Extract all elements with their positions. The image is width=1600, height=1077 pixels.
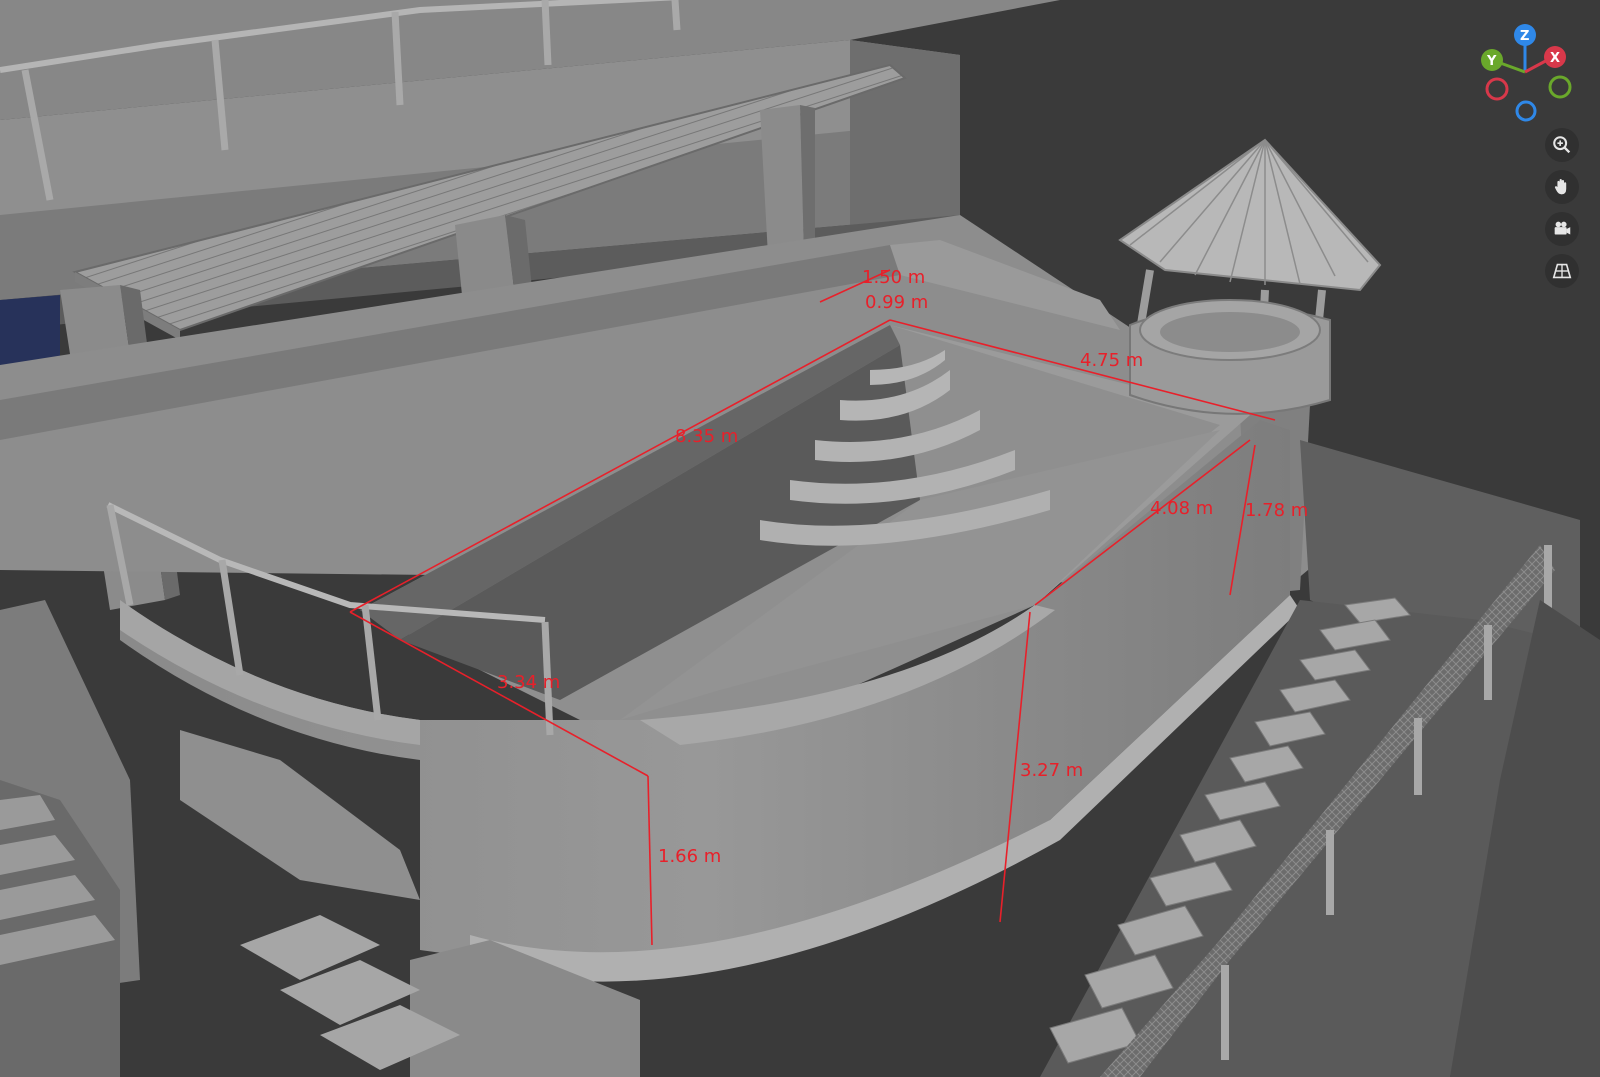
measure-label: 8.35 m bbox=[675, 426, 738, 447]
zoom-button[interactable] bbox=[1545, 128, 1579, 162]
x-axis-label: X bbox=[1550, 51, 1560, 66]
measure-label: 0.99 m bbox=[865, 292, 928, 313]
z-axis-label: Z bbox=[1520, 29, 1529, 44]
3d-viewport[interactable]: 1.50 m 0.99 m 4.75 m 8.35 m 4.08 m 1.78 … bbox=[0, 0, 1600, 1077]
measure-label: 1.78 m bbox=[1245, 500, 1308, 521]
measure-label: 1.66 m bbox=[658, 846, 721, 867]
pan-button[interactable] bbox=[1545, 170, 1579, 204]
grid-icon bbox=[1552, 263, 1572, 279]
measure-label: 3.27 m bbox=[1020, 760, 1083, 781]
navigation-toolbar bbox=[1545, 128, 1579, 288]
scene-render[interactable]: 1.50 m 0.99 m 4.75 m 8.35 m 4.08 m 1.78 … bbox=[0, 0, 1600, 1077]
measure-label: 4.75 m bbox=[1080, 350, 1143, 371]
measure-label: 1.50 m bbox=[862, 267, 925, 288]
measure-label: 3.34 m bbox=[497, 672, 560, 693]
hand-icon bbox=[1554, 179, 1567, 195]
perspective-button[interactable] bbox=[1545, 254, 1579, 288]
y-axis-label: Y bbox=[1486, 54, 1497, 69]
camera-button[interactable] bbox=[1545, 212, 1579, 246]
measure-label: 4.08 m bbox=[1150, 498, 1213, 519]
zoom-icon bbox=[1553, 136, 1571, 154]
camera-icon bbox=[1554, 221, 1571, 235]
